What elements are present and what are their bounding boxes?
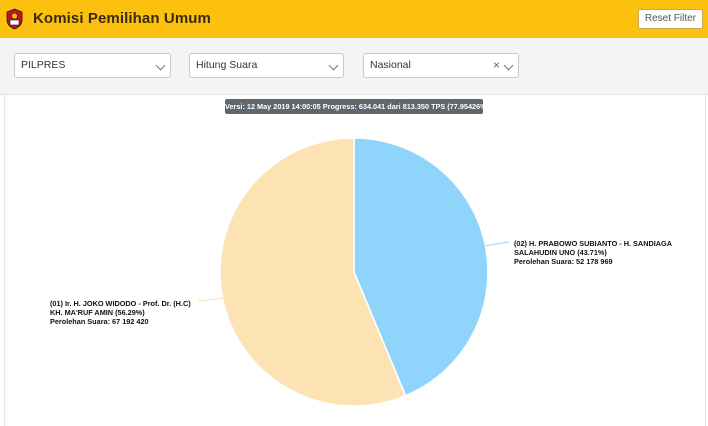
leader-line-02 xyxy=(485,241,510,247)
slice-label-02-candidate-line2: SALAHUDIN UNO (43.71%) xyxy=(514,248,607,257)
slice-label-02-candidate: (02) H. PRABOWO SUBIANTO - H. SANDIAGA xyxy=(514,239,672,248)
slice-label-01-candidate: (01) Ir. H. JOKO WIDODO - Prof. Dr. (H.C… xyxy=(50,299,191,308)
leader-line-01 xyxy=(197,297,223,302)
slice-label-02-votes: Perolehan Suara: 52 178 969 xyxy=(514,257,613,266)
slice-label-01-candidate-line2: KH. MA'RUF AMIN (56.29%) xyxy=(50,308,145,317)
slice-label-01-votes: Perolehan Suara: 67 192 420 xyxy=(50,317,149,326)
slice-label-02: (02) H. PRABOWO SUBIANTO - H. SANDIAGA S… xyxy=(514,239,672,266)
slice-label-01: (01) Ir. H. JOKO WIDODO - Prof. Dr. (H.C… xyxy=(50,299,191,326)
pie-chart xyxy=(197,137,510,407)
